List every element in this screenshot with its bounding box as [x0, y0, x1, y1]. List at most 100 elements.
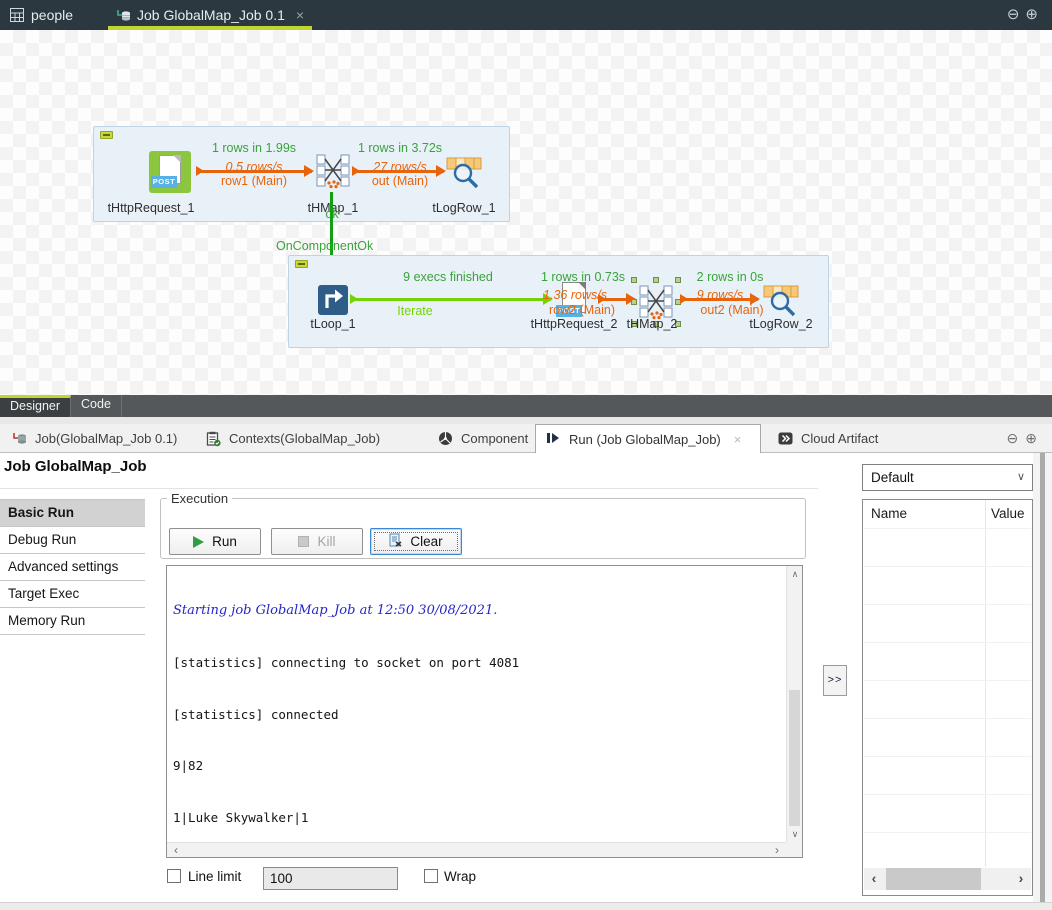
- scroll-up-icon[interactable]: ∧: [787, 567, 803, 581]
- editor-tabbar: people Job GlobalMap_Job 0.1 × ⊖⊕: [0, 0, 1052, 30]
- chevron-down-icon: ∨: [1017, 465, 1025, 490]
- tab-designer[interactable]: Designer: [0, 395, 71, 417]
- scroll-right-icon[interactable]: ›: [770, 843, 784, 858]
- component-thttprequest-1[interactable]: POST: [149, 151, 191, 193]
- tab-contexts-view[interactable]: Contexts(GlobalMap_Job): [196, 424, 390, 453]
- out-stats: 1 rows in 3.72s: [340, 141, 460, 155]
- console-line: 9|82: [173, 757, 780, 774]
- menu-basic-run[interactable]: Basic Run: [0, 500, 145, 527]
- out2-stats: 2 rows in 0s: [670, 270, 790, 284]
- run-icon: [546, 431, 562, 447]
- table-row-divider: [864, 756, 1031, 757]
- line-limit-checkbox[interactable]: [167, 869, 181, 883]
- menu-advanced-settings[interactable]: Advanced settings: [0, 554, 145, 581]
- canvas-pane-buttons: ⊖⊕: [1007, 5, 1044, 23]
- iterate-label: Iterate: [365, 304, 465, 318]
- minimize-icon[interactable]: ⊖: [1007, 6, 1026, 23]
- maximize-icon[interactable]: ⊕: [1025, 430, 1044, 446]
- console-line: [statistics] connecting to socket on por…: [173, 654, 780, 671]
- execution-group: Execution Run Kill Clear: [160, 491, 806, 559]
- subjob1-collapse-icon[interactable]: [100, 131, 113, 139]
- menu-debug-run[interactable]: Debug Run: [0, 527, 145, 554]
- context-selector[interactable]: Default ∨: [862, 464, 1033, 491]
- tab-label: Contexts(GlobalMap_Job): [229, 431, 380, 446]
- run-menu: Basic Run Debug Run Advanced settings Ta…: [0, 499, 145, 635]
- row2-rate: 1.36 rows/s: [515, 288, 635, 302]
- context-variables-table[interactable]: Name Value ‹ ›: [862, 499, 1033, 896]
- tab-label: Cloud Artifact: [801, 431, 878, 446]
- row2-label: row2 (Main): [522, 303, 642, 317]
- run-button[interactable]: Run: [169, 528, 261, 555]
- tab-people[interactable]: people: [0, 0, 83, 30]
- row1-label: row1 (Main): [194, 174, 314, 188]
- selection-handle[interactable]: [631, 277, 637, 283]
- table-row-divider: [864, 832, 1031, 833]
- component-tloop-1[interactable]: [318, 285, 348, 318]
- maximize-icon[interactable]: ⊕: [1025, 6, 1044, 23]
- scrollbar-thumb[interactable]: [886, 868, 981, 890]
- selection-handle[interactable]: [631, 299, 637, 305]
- close-icon[interactable]: ×: [296, 7, 304, 23]
- selection-handle[interactable]: [653, 277, 659, 283]
- row2-stats: 1 rows in 0.73s: [523, 270, 643, 284]
- execution-console[interactable]: Starting job GlobalMap_Job at 12:50 30/0…: [166, 565, 803, 858]
- tab-run-view[interactable]: Run (Job GlobalMap_Job) ×: [535, 424, 761, 453]
- subjob2-collapse-icon[interactable]: [295, 260, 308, 268]
- table-row-divider: [864, 604, 1031, 605]
- component-label: tHttpRequest_1: [96, 201, 206, 215]
- row1-rate: 0.5 rows/s: [194, 160, 314, 174]
- close-icon[interactable]: ×: [734, 432, 742, 447]
- tab-job-view[interactable]: Job(GlobalMap_Job 0.1): [2, 424, 187, 453]
- tab-component-view[interactable]: Component: [428, 424, 538, 453]
- tab-cloud-artifact-view[interactable]: Cloud Artifact: [768, 424, 888, 453]
- column-divider: [985, 500, 986, 867]
- tloop-icon: [318, 303, 348, 318]
- job-design-canvas[interactable]: POST tHttpRequest_1 tHMap_1: [0, 30, 1052, 395]
- scroll-right-icon[interactable]: ›: [1013, 868, 1029, 890]
- pane-sash[interactable]: [1040, 453, 1045, 902]
- component-label: tLogRow_2: [728, 317, 834, 331]
- wrap-label: Wrap: [444, 869, 476, 884]
- console-line: [statistics] connected: [173, 706, 780, 723]
- view-pane-buttons: ⊖⊕: [1007, 430, 1044, 447]
- console-line: Starting job GlobalMap_Job at 12:50 30/0…: [173, 602, 780, 619]
- trigger-label: OnComponentOk: [276, 239, 373, 253]
- tab-job-globalmap[interactable]: Job GlobalMap_Job 0.1 ×: [106, 0, 314, 30]
- column-header-value[interactable]: Value: [991, 506, 1025, 521]
- table-row-divider: [864, 566, 1031, 567]
- scroll-left-icon[interactable]: ‹: [866, 868, 882, 890]
- console-vertical-scrollbar[interactable]: ∧ ∨: [786, 566, 802, 842]
- view-tabbar: Job(GlobalMap_Job 0.1) Contexts(GlobalMa…: [0, 424, 1052, 453]
- menu-target-exec[interactable]: Target Exec: [0, 581, 145, 608]
- tab-label: Job(GlobalMap_Job 0.1): [35, 431, 177, 446]
- table-row-divider: [864, 642, 1031, 643]
- out2-rate: 9 rows/s: [660, 288, 780, 302]
- out-label: out (Main): [340, 174, 460, 188]
- tab-code[interactable]: Code: [71, 395, 122, 417]
- minimize-icon[interactable]: ⊖: [1007, 430, 1026, 446]
- scroll-down-icon[interactable]: ∨: [787, 827, 803, 841]
- expand-context-button[interactable]: >>: [823, 665, 847, 696]
- clear-button[interactable]: Clear: [370, 528, 462, 555]
- table-row-divider: [864, 528, 1031, 529]
- title-separator: [0, 488, 818, 489]
- kill-button[interactable]: Kill: [271, 528, 363, 555]
- wrap-checkbox[interactable]: [424, 869, 438, 883]
- clear-icon: [389, 533, 402, 550]
- console-options: Line limit Wrap: [0, 866, 806, 896]
- line-limit-input[interactable]: [263, 867, 398, 890]
- designer-code-tabbar: Designer Code: [0, 395, 1052, 417]
- row1-stats: 1 rows in 1.99s: [194, 141, 314, 155]
- console-horizontal-scrollbar[interactable]: ‹ ›: [167, 842, 786, 857]
- column-header-name[interactable]: Name: [871, 506, 907, 521]
- execution-legend: Execution: [167, 491, 232, 506]
- table-row-divider: [864, 794, 1031, 795]
- scrollbar-thumb[interactable]: [789, 690, 800, 826]
- component-tlogrow-2[interactable]: [763, 284, 799, 321]
- scroll-left-icon[interactable]: ‹: [169, 843, 183, 858]
- table-icon: [10, 8, 24, 22]
- table-horizontal-scrollbar[interactable]: ‹ ›: [864, 868, 1031, 890]
- menu-memory-run[interactable]: Memory Run: [0, 608, 145, 635]
- run-view: Job GlobalMap_Job Basic Run Debug Run Ad…: [0, 453, 1052, 902]
- tab-people-label: people: [31, 7, 73, 23]
